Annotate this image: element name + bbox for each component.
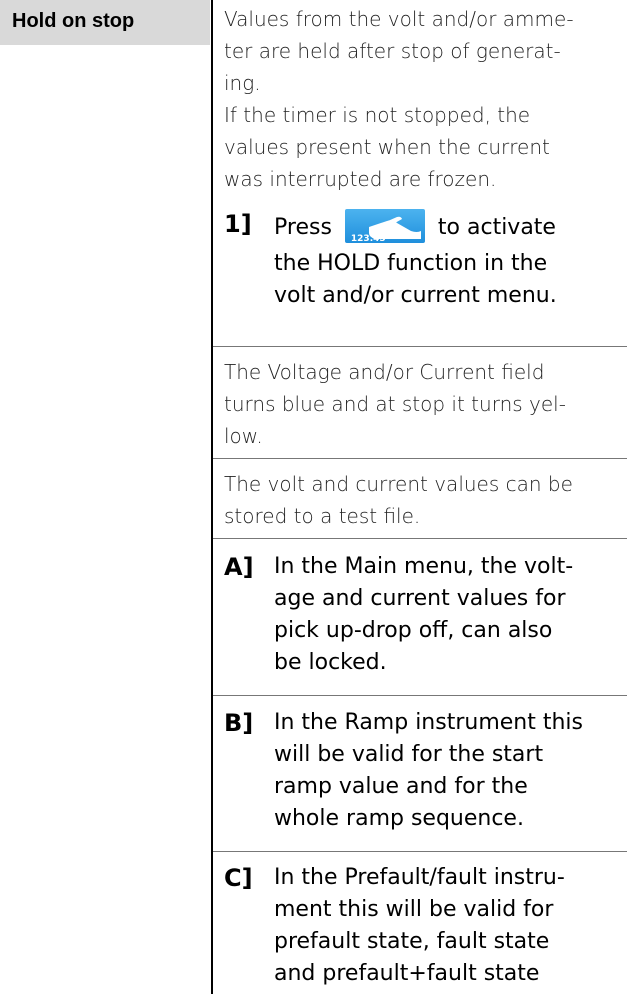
hold-hand-icon[interactable]: 123.45 xyxy=(344,209,425,244)
step-marker: B] xyxy=(224,709,254,737)
step-text: ramp value and for the xyxy=(274,774,528,799)
para-line: turns blue and at stop it turns yel- xyxy=(224,392,566,416)
column-divider xyxy=(211,0,213,994)
hand-icon xyxy=(368,216,421,239)
blue-paragraph: The Voltage and/or Current field turns b… xyxy=(224,356,620,452)
store-paragraph: The volt and current values can be store… xyxy=(224,468,620,532)
step-text: the HOLD function in the xyxy=(274,251,548,276)
step-text: volt and/or current menu. xyxy=(274,283,557,308)
step-body: In the Ramp instrument this will be vali… xyxy=(274,707,624,835)
document-page: Hold on stop Values from the volt and/or… xyxy=(0,0,627,994)
step-text: and prefault+fault state xyxy=(274,961,540,986)
step-text: pick up-drop off, can also xyxy=(274,618,553,643)
step-text: In the Main menu, the volt- xyxy=(274,554,574,579)
row-separator xyxy=(213,538,627,539)
step-marker: A] xyxy=(224,553,254,581)
para-line: stored to a test file. xyxy=(224,504,421,528)
intro-paragraph: Values from the volt and/or amme- ter ar… xyxy=(224,3,620,195)
step-text: will be valid for the start xyxy=(274,742,544,767)
step-body: In the Main menu, the volt- age and curr… xyxy=(274,551,624,679)
intro-line: ter are held after stop of generat- xyxy=(224,39,561,63)
intro-line: If the timer is not stopped, the xyxy=(224,103,531,127)
term-label: Hold on stop xyxy=(12,10,135,32)
step-body: Press 123.45 to activate the HOLD functi… xyxy=(274,208,624,312)
row-separator xyxy=(213,458,627,459)
step-text: In the Ramp instrument this xyxy=(274,710,583,735)
step-text: ment this will be valid for xyxy=(274,897,554,922)
step-body: In the Prefault/fault instru- ment this … xyxy=(274,862,624,990)
step-c: C] In the Prefault/fault instru- ment th… xyxy=(224,862,624,994)
step-a: A] In the Main menu, the volt- age and c… xyxy=(224,551,624,686)
row-separator xyxy=(213,346,627,347)
step-text: be locked. xyxy=(274,650,387,675)
row-separator xyxy=(213,695,627,696)
para-line: The volt and current values can be xyxy=(224,472,573,496)
step-text: prefault state, fault state xyxy=(274,929,550,954)
step-text: age and current values for xyxy=(274,586,566,611)
intro-line: Values from the volt and/or amme- xyxy=(224,7,574,31)
intro-line: ing. xyxy=(224,71,261,95)
para-line: low. xyxy=(224,424,263,448)
intro-line: was interrupted are frozen. xyxy=(224,167,497,191)
step-marker: C] xyxy=(224,864,253,892)
row-separator xyxy=(213,851,627,852)
step-text: Press xyxy=(274,215,332,240)
step-b: B] In the Ramp instrument this will be v… xyxy=(224,707,624,842)
step-text: In the Prefault/fault instru- xyxy=(274,865,565,890)
step-1: 1] Press 123.45 to activate the HOLD fun… xyxy=(224,208,624,328)
step-marker: 1] xyxy=(224,210,252,238)
intro-line: values present when the current xyxy=(224,135,550,159)
step-text: to activate xyxy=(437,215,556,240)
term-cell: Hold on stop xyxy=(0,0,210,45)
para-line: The Voltage and/or Current field xyxy=(224,360,545,384)
step-text: whole ramp sequence. xyxy=(274,806,524,831)
